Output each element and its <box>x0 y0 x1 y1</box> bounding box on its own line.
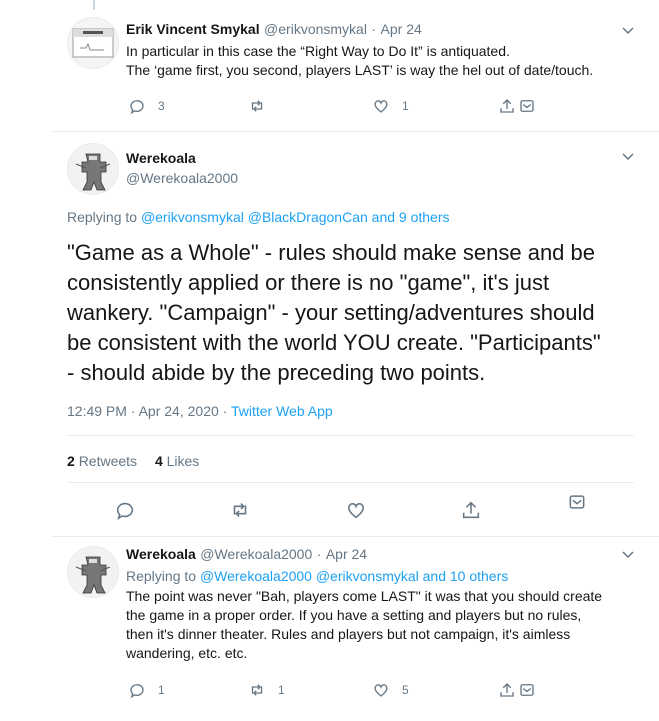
avatar[interactable] <box>67 546 119 598</box>
replying-to: Replying to @erikvonsmykal @BlackDragonC… <box>67 209 450 225</box>
likes-label: Likes <box>166 453 200 469</box>
tweet-header: Werekoala @Werekoala2000 · Apr 24 <box>126 546 367 564</box>
tweet-date[interactable]: Apr 24 <box>326 546 367 562</box>
share-button[interactable] <box>498 97 516 115</box>
tweet-text: The point was never "Bah, players come L… <box>126 587 602 663</box>
tweet-line: The ‘game first, you second, players LAS… <box>126 62 594 78</box>
replying-prefix: Replying to <box>67 209 138 225</box>
author-block: Werekoala @Werekoala2000 <box>126 150 238 186</box>
share-button[interactable] <box>460 499 482 521</box>
separator: · <box>222 403 228 419</box>
body-line: consistently applied or there is no "gam… <box>67 270 550 295</box>
body-line: - should abide by the preceding two poin… <box>67 360 486 385</box>
divider <box>67 482 634 483</box>
envelope-icon <box>520 100 534 112</box>
like-count: 1 <box>402 99 409 113</box>
thread-connector <box>93 0 95 10</box>
heart-icon <box>374 684 388 697</box>
author-handle[interactable]: @Werekoala2000 <box>200 546 312 562</box>
heart-icon <box>374 100 388 113</box>
reply-count: 1 <box>158 683 165 697</box>
dm-button[interactable] <box>567 492 587 512</box>
retweet-button[interactable] <box>248 97 266 115</box>
body-line: wankery. "Campaign" - your setting/adven… <box>67 300 595 325</box>
timestamp-row: 12:49 PM · Apr 24, 2020 · Twitter Web Ap… <box>67 403 333 419</box>
retweets-label: Retweets <box>78 453 138 469</box>
body-line: "Game as a Whole" - rules should make se… <box>67 240 595 265</box>
engagement-stats: 2 Retweets 4 Likes <box>67 453 199 469</box>
tweet-date[interactable]: Apr 24 <box>381 21 422 37</box>
retweet-icon <box>251 684 263 696</box>
author-name[interactable]: Erik Vincent Smykal <box>126 21 260 37</box>
retweet-button[interactable]: 1 <box>248 681 285 699</box>
replying-to-link[interactable]: @erikvonsmykal @BlackDragonCan and 9 oth… <box>141 209 450 225</box>
author-handle[interactable]: @Werekoala2000 <box>126 170 238 186</box>
reply-icon <box>116 502 134 521</box>
retweet-button[interactable] <box>229 499 251 521</box>
retweet-icon <box>233 503 247 517</box>
chevron-down-icon[interactable] <box>620 546 636 562</box>
author-name[interactable]: Werekoala <box>126 546 196 562</box>
retweets-count: 2 <box>67 453 75 469</box>
reply-icon <box>130 100 144 115</box>
like-button[interactable] <box>345 499 367 521</box>
retweets-stat[interactable]: 2 Retweets <box>67 453 141 469</box>
chevron-down-icon[interactable] <box>620 22 636 38</box>
separator: · <box>316 546 322 562</box>
timestamp[interactable]: 12:49 PM · Apr 24, 2020 <box>67 403 219 419</box>
tweet-header: Erik Vincent Smykal @erikvonsmykal · Apr… <box>126 21 422 39</box>
tweet-text: In particular in this case the “Right Wa… <box>126 42 593 80</box>
reply-button[interactable]: 3 <box>128 97 165 115</box>
likes-stat[interactable]: 4 Likes <box>155 453 199 469</box>
chevron-down-icon[interactable] <box>620 148 636 164</box>
share-button[interactable] <box>498 681 516 699</box>
reply-count: 3 <box>158 99 165 113</box>
divider <box>52 131 659 132</box>
reply-icon <box>130 684 144 699</box>
tweet-line: then it's dinner theater. Rules and play… <box>126 626 571 642</box>
author-name[interactable]: Werekoala <box>126 150 238 166</box>
replying-to-link[interactable]: @Werekoala2000 @erikvonsmykal and 10 oth… <box>200 568 508 584</box>
retweet-icon <box>251 100 263 112</box>
dm-button[interactable] <box>518 681 536 699</box>
like-button[interactable]: 5 <box>372 681 409 699</box>
tweet-line: wandering, etc. etc. <box>126 645 248 661</box>
heart-icon <box>348 502 364 519</box>
envelope-icon <box>520 684 534 696</box>
separator: · <box>371 21 377 37</box>
source-link[interactable]: Twitter Web App <box>231 403 333 419</box>
divider <box>67 435 634 436</box>
avatar[interactable] <box>67 17 119 69</box>
likes-count: 4 <box>154 453 163 469</box>
share-icon <box>500 683 514 697</box>
reply-button[interactable] <box>114 499 136 521</box>
divider <box>52 536 659 537</box>
share-icon <box>462 501 480 519</box>
retweet-count: 1 <box>278 683 285 697</box>
body-line: be consistent with the world YOU create.… <box>67 330 601 355</box>
dm-button[interactable] <box>518 97 536 115</box>
replying-to: Replying to @Werekoala2000 @erikvonsmyka… <box>126 568 508 584</box>
share-icon <box>500 99 514 113</box>
envelope-icon <box>569 495 585 509</box>
avatar[interactable] <box>67 143 119 195</box>
reply-button[interactable]: 1 <box>128 681 165 699</box>
tweet-line: In particular in this case the “Right Wa… <box>126 43 510 59</box>
replying-prefix: Replying to <box>126 568 197 584</box>
tweet-line: the game in a proper order. If you have … <box>126 607 582 623</box>
tweet-body: "Game as a Whole" - rules should make se… <box>67 238 601 388</box>
like-button[interactable]: 1 <box>372 97 409 115</box>
tweet-line: The point was never "Bah, players come L… <box>126 588 603 604</box>
like-count: 5 <box>402 683 409 697</box>
author-handle[interactable]: @erikvonsmykal <box>264 21 367 37</box>
